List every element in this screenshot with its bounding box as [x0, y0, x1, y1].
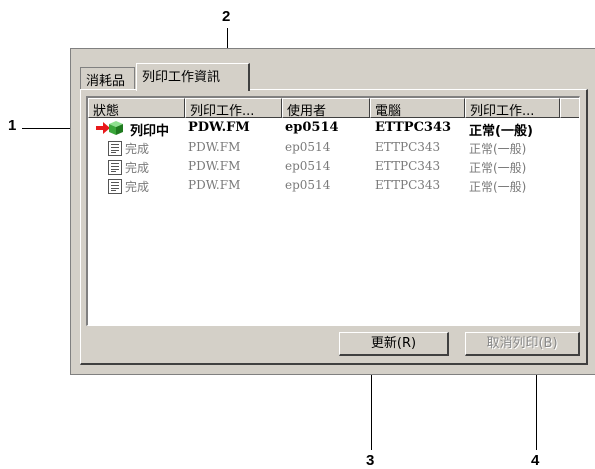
- row-user: ep0514: [285, 159, 331, 173]
- column-header-filler: [560, 98, 579, 118]
- row-status: 列印中: [130, 124, 170, 139]
- table-row[interactable]: 完成 PDW.FM ep0514 ETTPC343 正常(一般): [88, 158, 578, 177]
- row-job-type: 正常(一般): [469, 124, 533, 139]
- row-computer: ETTPC343: [375, 178, 441, 192]
- row-user: ep0514: [285, 120, 339, 135]
- job-list[interactable]: 狀態 列印工作... 使用者 電腦 列印工作... 列印中 PDW.FM ep0…: [86, 96, 580, 326]
- row-job-type: 正常(一般): [469, 142, 527, 156]
- column-header-job-name[interactable]: 列印工作...: [185, 98, 282, 118]
- tab-job-info[interactable]: 列印工作資訊: [136, 63, 250, 91]
- document-icon: [108, 179, 122, 194]
- document-icon: [108, 141, 122, 156]
- callout-3: 3: [366, 452, 375, 469]
- table-row[interactable]: 完成 PDW.FM ep0514 ETTPC343 正常(一般): [88, 139, 578, 158]
- table-row[interactable]: 列印中 PDW.FM ep0514 ETTPC343 正常(一般): [88, 119, 578, 139]
- row-job-type: 正常(一般): [469, 180, 527, 194]
- row-computer: ETTPC343: [375, 140, 441, 154]
- callout-2: 2: [222, 8, 231, 25]
- tab-consumables[interactable]: 消耗品: [80, 67, 135, 89]
- dialog-bottom-edge: [70, 374, 595, 375]
- row-status: 完成: [125, 142, 150, 156]
- callout-1: 1: [8, 117, 17, 134]
- column-header-computer[interactable]: 電腦: [370, 98, 465, 118]
- row-user: ep0514: [285, 140, 331, 154]
- row-job-name: PDW.FM: [188, 140, 241, 154]
- cube-icon: [109, 121, 123, 135]
- row-user: ep0514: [285, 178, 331, 192]
- row-computer: ETTPC343: [375, 159, 441, 173]
- table-row[interactable]: 完成 PDW.FM ep0514 ETTPC343 正常(一般): [88, 177, 578, 196]
- row-job-name: PDW.FM: [188, 120, 250, 135]
- row-status: 完成: [125, 161, 150, 175]
- row-job-name: PDW.FM: [188, 178, 241, 192]
- row-job-type: 正常(一般): [469, 161, 527, 175]
- refresh-button[interactable]: 更新(R): [339, 332, 449, 356]
- column-header-job-type[interactable]: 列印工作...: [465, 98, 560, 118]
- cancel-print-button[interactable]: 取消列印(B): [465, 332, 580, 356]
- document-icon: [108, 160, 122, 175]
- row-job-name: PDW.FM: [188, 159, 241, 173]
- column-header-user[interactable]: 使用者: [282, 98, 370, 118]
- row-computer: ETTPC343: [375, 120, 452, 135]
- row-status: 完成: [125, 180, 150, 194]
- callout-4: 4: [531, 452, 540, 469]
- column-header-status[interactable]: 狀態: [88, 98, 185, 118]
